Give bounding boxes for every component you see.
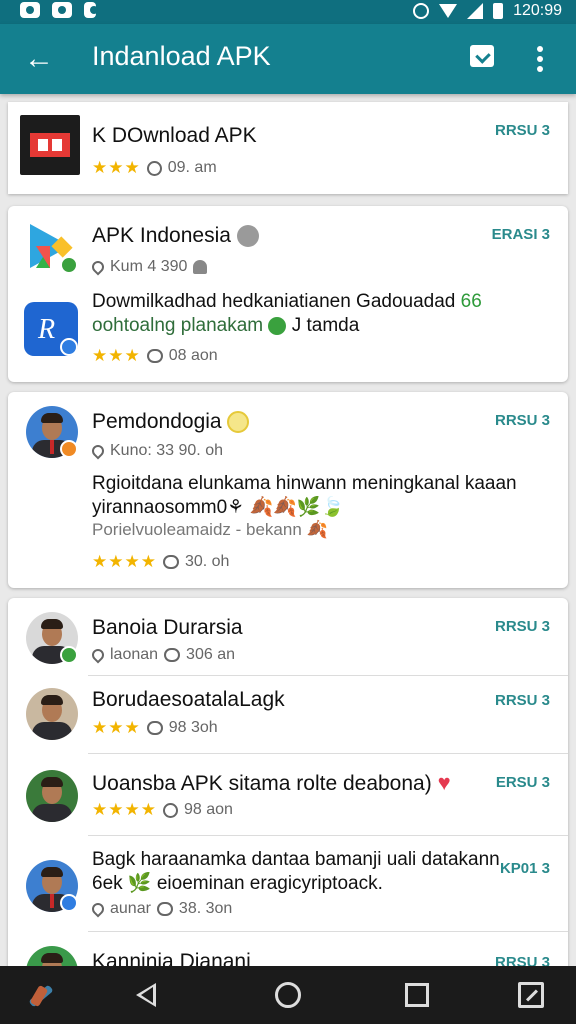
badge-icon bbox=[60, 894, 78, 912]
battery-icon bbox=[493, 3, 504, 19]
verified-badge-icon bbox=[60, 256, 78, 274]
comment-icon bbox=[146, 349, 163, 363]
notification-icon bbox=[20, 2, 40, 18]
item-meta: aunar 38. 3on bbox=[89, 900, 232, 918]
item-meta: Kuno: 33 90. oh bbox=[89, 442, 223, 460]
item-title: BorudaesoatalaLagk bbox=[92, 688, 285, 711]
item-title: Uoansba APK sitama rolte deabona) ♥ bbox=[92, 770, 451, 795]
item-title: APK Indonesia bbox=[92, 224, 259, 248]
comment-icon bbox=[146, 721, 163, 735]
wifi-icon bbox=[439, 4, 458, 18]
item-title: Banoia Durarsia bbox=[92, 616, 243, 639]
item-meta: ★★★ 09. am bbox=[92, 158, 217, 178]
clock-icon bbox=[162, 802, 178, 818]
nav-home-icon[interactable] bbox=[275, 982, 301, 1008]
more-options-icon[interactable] bbox=[532, 42, 548, 76]
item-meta: ★★★ 98 3oh bbox=[92, 718, 218, 737]
verified-badge-icon bbox=[60, 646, 78, 664]
list-card: Banoia Durarsia laonan 306 an RRSU 3 Bor… bbox=[8, 598, 568, 978]
location-icon bbox=[89, 258, 107, 276]
item-title: Bagk haraanamka dantaa bamanji uali data… bbox=[92, 849, 500, 870]
app-shortcut-icon[interactable] bbox=[26, 980, 56, 1010]
clock-icon bbox=[146, 160, 162, 176]
camera-icon bbox=[52, 2, 72, 18]
rating-stars: ★★★ bbox=[92, 718, 141, 737]
list-item[interactable]: BorudaesoatalaLagk ★★★ 98 3oh RRSU 3 bbox=[8, 676, 568, 754]
signal-icon bbox=[467, 3, 484, 19]
rating-stars: ★★★ bbox=[92, 346, 141, 365]
list-card[interactable]: APK Indonesia Kum 4 390 ERASI 3 R Dowmil… bbox=[8, 206, 568, 382]
item-size: RRSU 3 bbox=[494, 618, 550, 635]
item-subtext: Porielvuoleamaidz - bekann 🍂 bbox=[92, 520, 328, 539]
comment-icon bbox=[164, 648, 181, 662]
nav-recents-icon[interactable] bbox=[405, 983, 429, 1007]
item-size: ERASI 3 bbox=[491, 226, 550, 243]
system-icons: 120:99 bbox=[413, 2, 562, 20]
app-bar: ← Indanload APK bbox=[0, 24, 576, 94]
user-icon bbox=[193, 260, 208, 274]
item-title-line2: 6ek 🌿 eioeminan eragicyriptoack. bbox=[92, 873, 383, 894]
avatar bbox=[26, 688, 78, 740]
navigation-bar bbox=[0, 966, 576, 1024]
avatar bbox=[26, 770, 78, 822]
rating-stars: ★★★ bbox=[92, 158, 141, 177]
badge-icon bbox=[60, 440, 78, 458]
item-size: RRSU 3 bbox=[494, 412, 550, 429]
item-description: Rgioitdana elunkama hinwann meningkanal … bbox=[92, 473, 517, 494]
green-icon bbox=[268, 316, 287, 335]
item-size: RRSU 3 bbox=[494, 122, 550, 139]
location-icon bbox=[89, 646, 107, 664]
nav-back-icon[interactable] bbox=[136, 983, 156, 1007]
sun-icon bbox=[227, 411, 250, 434]
download-icon[interactable] bbox=[470, 45, 494, 67]
item-meta: ★★★★ 30. oh bbox=[92, 552, 230, 571]
sync-icon bbox=[413, 3, 430, 19]
item-description: Dowmilkadhad hedkaniatianen Gadouadad 66 bbox=[92, 291, 482, 312]
location-icon bbox=[89, 442, 107, 460]
file-icon bbox=[84, 2, 98, 18]
heart-icon: ♥ bbox=[437, 770, 451, 795]
back-arrow-icon[interactable]: ← bbox=[22, 42, 56, 76]
list-item[interactable]: Bagk haraanamka dantaa bamanji uali data… bbox=[8, 836, 568, 932]
badge-icon bbox=[60, 338, 78, 356]
list-card[interactable]: K DOwnload APK ★★★ 09. am RRSU 3 bbox=[8, 102, 568, 194]
page-title: Indanload APK bbox=[92, 41, 271, 71]
item-meta: Kum 4 390 bbox=[89, 258, 208, 276]
item-size: RRSU 3 bbox=[494, 692, 550, 709]
item-size: KP01 3 bbox=[499, 860, 550, 877]
item-title: K DOwnload APK bbox=[92, 124, 257, 147]
comment-icon bbox=[162, 555, 179, 569]
item-meta: ★★★★ 98 aon bbox=[92, 800, 233, 819]
item-size: ERSU 3 bbox=[495, 774, 550, 791]
notification-icons bbox=[20, 2, 98, 18]
status-bar: 120:99 bbox=[0, 0, 576, 24]
rating-stars: ★★★★ bbox=[92, 552, 157, 571]
list-item[interactable]: Uoansba APK sitama rolte deabona) ♥ ★★★★… bbox=[8, 754, 568, 836]
list-card[interactable]: Pemdondogia Kuno: 33 90. oh RRSU 3 Rgioi… bbox=[8, 392, 568, 588]
list-item[interactable]: Banoia Durarsia laonan 306 an RRSU 3 bbox=[8, 598, 568, 676]
location-icon bbox=[89, 900, 107, 918]
comment-icon bbox=[156, 902, 173, 916]
app-logo bbox=[20, 115, 80, 175]
status-time: 120:99 bbox=[513, 2, 562, 19]
item-description-line2: yirannaosomm0⚘ 🍂🍂🌿🍃 bbox=[92, 497, 345, 518]
item-meta: laonan 306 an bbox=[89, 646, 235, 664]
rating-stars: ★★★★ bbox=[92, 800, 157, 819]
edit-icon[interactable] bbox=[518, 982, 544, 1008]
item-meta: ★★★ 08 aon bbox=[92, 346, 218, 365]
item-title: Pemdondogia bbox=[92, 410, 250, 434]
verified-icon bbox=[236, 225, 259, 248]
item-time: 09. am bbox=[167, 159, 217, 176]
item-description-line2: oohtoalng planakam J tamda bbox=[92, 315, 360, 336]
